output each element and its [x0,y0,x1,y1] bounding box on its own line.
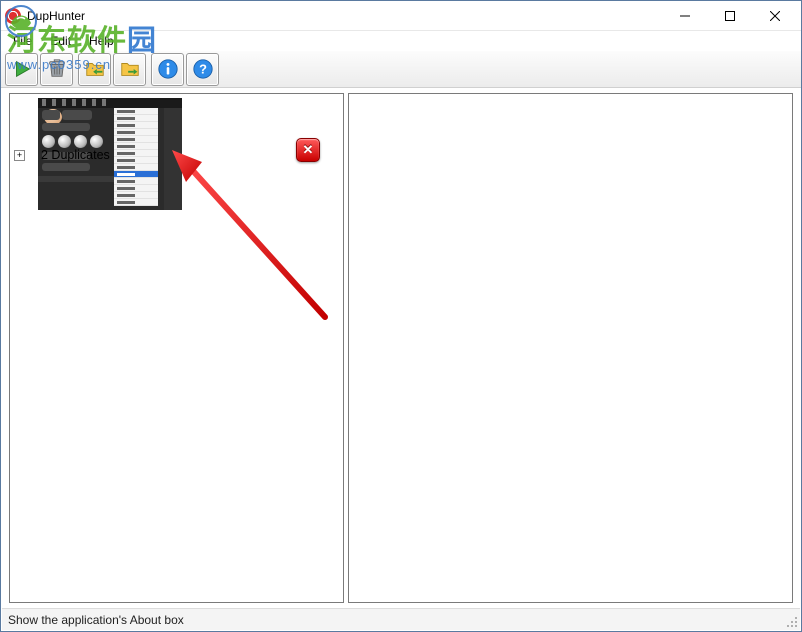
resize-grip[interactable] [784,614,798,628]
menu-bar: File Edit Help [1,31,801,51]
info-icon [157,58,179,80]
trash-icon [46,58,68,80]
svg-text:?: ? [199,62,207,77]
title-bar: DupHunter [1,1,801,31]
toolbar-help-button[interactable]: ? [186,53,219,86]
expand-icon[interactable]: + [14,150,25,161]
delete-button[interactable] [296,138,320,162]
preview-panel [348,93,793,603]
annotation-arrow [160,142,350,332]
menu-file[interactable]: File [7,33,38,49]
menu-help[interactable]: Help [83,33,120,49]
duplicates-panel: + 2 Duplicates [9,93,344,603]
folder-export-icon [119,58,141,80]
tree-node-label: 2 Duplicates [41,148,110,162]
toolbar-run-button[interactable] [5,53,38,86]
toolbar: ? [1,51,801,88]
maximize-button[interactable] [707,1,752,30]
app-icon [5,8,21,24]
help-icon: ? [192,58,214,80]
window-title: DupHunter [27,9,85,23]
status-bar: Show the application's About box [2,608,800,630]
workspace: + 2 Duplicates [2,89,800,607]
close-button[interactable] [752,1,797,30]
toolbar-about-button[interactable] [151,53,184,86]
folder-import-icon [84,58,106,80]
tree-row[interactable]: + 2 Duplicates [14,148,110,162]
minimize-button[interactable] [662,1,707,30]
status-text: Show the application's About box [8,613,184,627]
toolbar-import-button[interactable] [78,53,111,86]
toolbar-export-button[interactable] [113,53,146,86]
toolbar-delete-button[interactable] [40,53,73,86]
play-icon [11,58,33,80]
menu-edit[interactable]: Edit [44,33,77,49]
